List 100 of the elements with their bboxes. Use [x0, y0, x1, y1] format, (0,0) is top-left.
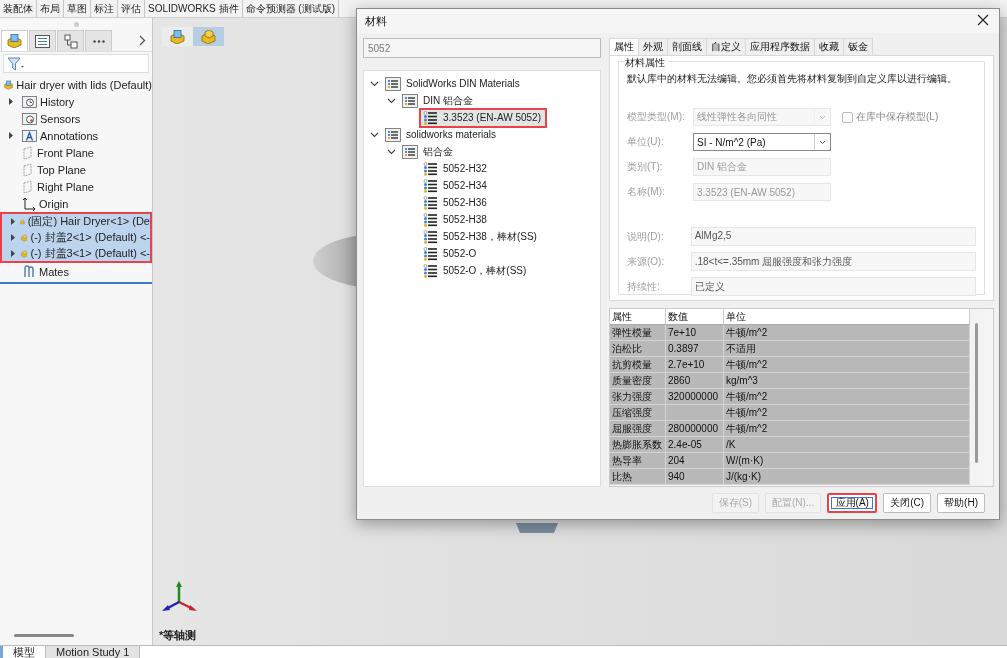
field-label: 类别(T): [627, 160, 664, 174]
expand-arrow-icon[interactable] [8, 98, 14, 105]
scrollbar[interactable] [14, 634, 74, 637]
dialog-button[interactable]: 应用(A) [827, 493, 878, 513]
tab[interactable]: 自定义 [706, 38, 746, 55]
ribbon-tab[interactable]: 布局 [37, 0, 64, 17]
table-cell: 2.7e+10 [666, 357, 724, 373]
material-icon [423, 229, 438, 244]
text-field[interactable]: AlMg2,5 [690, 227, 976, 246]
dialog-button[interactable]: 关闭(C) [883, 493, 932, 513]
table-cell: 牛顿/m^2 [724, 405, 970, 421]
tree-item[interactable]: (固定) Hair Dryer<1> (De [0, 212, 152, 229]
annotation-icon [22, 129, 37, 142]
dialog-button[interactable]: 帮助(H) [937, 493, 985, 513]
plane-icon [22, 179, 34, 194]
expand-arrow-icon[interactable] [10, 234, 16, 241]
column-header[interactable]: 单位 [724, 309, 970, 325]
library-icon [402, 144, 418, 159]
library-folder[interactable]: DIN 铝合金 [421, 92, 475, 109]
panel-tab[interactable] [1, 30, 28, 51]
table-cell: 牛顿/m^2 [724, 357, 970, 373]
table-cell: 940 [666, 469, 724, 485]
table-cell: 320000000 [666, 389, 724, 405]
configuration-icon [63, 33, 78, 49]
table-cell: 0.3897 [666, 341, 724, 357]
plane-icon [22, 145, 34, 160]
table-cell: 质量密度 [610, 373, 666, 389]
ribbon-tab[interactable]: 装配体 [0, 0, 37, 17]
scrollbar[interactable] [975, 323, 978, 463]
ribbon-tab[interactable]: SOLIDWORKS 插件 [145, 0, 243, 17]
expand-arrow-icon[interactable] [10, 250, 16, 257]
table-cell: J/(kg·K) [724, 469, 970, 485]
field-label: 单位(U): [627, 135, 665, 149]
column-header[interactable]: 属性 [610, 309, 666, 325]
table-cell: 280000000 [666, 421, 724, 437]
tab[interactable]: 属性 [609, 38, 639, 55]
plane-icon [22, 162, 34, 177]
material-icon [423, 161, 438, 176]
library-folder[interactable]: solidworks materials [404, 128, 499, 141]
ribbon-tab[interactable]: 评估 [118, 0, 145, 17]
table-cell: 压缩强度 [610, 405, 666, 421]
sensor-icon [22, 112, 37, 125]
expand-panel-icon[interactable] [139, 35, 146, 46]
ribbon-tab[interactable]: 命令预测器 (测试版) [242, 0, 340, 17]
material-icon [423, 110, 438, 125]
expand-arrow-icon[interactable] [8, 132, 14, 139]
text-field[interactable]: 已定义 [690, 277, 976, 296]
library-folder[interactable]: SolidWorks DIN Materials [404, 77, 522, 90]
table-cell: 7e+10 [666, 325, 724, 341]
panel-tab[interactable] [85, 30, 112, 51]
ribbon-tab[interactable]: 标注 [91, 0, 118, 17]
text-field[interactable]: .18<t<=.35mm 屈服强度和张力强度 [690, 252, 976, 271]
tree-item[interactable]: Hair dryer with lids (Default) [0, 76, 152, 93]
dropdown[interactable]: SI - N/m^2 (Pa) [693, 133, 831, 151]
material-item[interactable]: 3.3523 (EN-AW 5052) [419, 107, 547, 128]
table-cell: 204 [666, 453, 724, 469]
filter-icon[interactable] [7, 56, 24, 71]
tab[interactable]: 剖面线 [667, 38, 707, 55]
field-label: 名称(M): [627, 185, 666, 199]
search-field[interactable]: 5052 [363, 38, 601, 58]
tree-item[interactable]: History [0, 93, 152, 110]
tab[interactable]: 应用程序数据 [745, 38, 815, 55]
tab[interactable]: 钣金 [843, 38, 873, 55]
table-cell: 2860 [666, 373, 724, 389]
table-cell [666, 405, 724, 421]
tree-item[interactable]: (-) 封盖3<1> (Default) <- [0, 246, 152, 263]
tree-item[interactable]: Right Plane [0, 178, 152, 195]
panel-tab[interactable] [29, 30, 56, 51]
library-icon [385, 76, 401, 91]
view-orientation-label: *等轴测 [159, 628, 197, 643]
close-button[interactable] [977, 14, 991, 28]
ribbon-tab[interactable]: 草图 [64, 0, 91, 17]
table-cell: 不适用 [724, 341, 970, 357]
tree-item[interactable]: Top Plane [0, 161, 152, 178]
panel-handle[interactable] [73, 21, 79, 27]
panel-tab[interactable] [57, 30, 84, 51]
library-folder[interactable]: 铝合金 [421, 143, 455, 160]
expand-arrow-icon[interactable] [10, 218, 16, 225]
tree-item[interactable]: Mates [0, 263, 152, 280]
tree-item[interactable]: Sensors [0, 110, 152, 127]
library-icon [385, 127, 401, 142]
table-cell: 张力强度 [610, 389, 666, 405]
table-cell: 比热 [610, 469, 666, 485]
table-cell: 热导率 [610, 453, 666, 469]
caret-icon [819, 114, 826, 120]
field-label: 说明(D): [627, 229, 665, 244]
tree-item[interactable]: (-) 封盖2<1> (Default) <- [0, 229, 152, 246]
column-header[interactable]: 数值 [666, 309, 724, 325]
tree-item[interactable]: Annotations [0, 127, 152, 144]
tab[interactable]: 收藏 [814, 38, 844, 55]
table-cell: 抗剪模量 [610, 357, 666, 373]
bottom-tab[interactable]: 模型 [0, 646, 46, 658]
tab[interactable]: 外观 [638, 38, 668, 55]
origin-icon [22, 196, 36, 211]
tree-item[interactable]: Front Plane [0, 144, 152, 161]
table-cell: /K [724, 437, 970, 453]
assembly-icon [170, 29, 185, 44]
dialog-title: 材料 [365, 13, 387, 29]
tree-item[interactable]: Origin [0, 195, 152, 212]
bottom-tab[interactable]: Motion Study 1 [46, 646, 141, 658]
